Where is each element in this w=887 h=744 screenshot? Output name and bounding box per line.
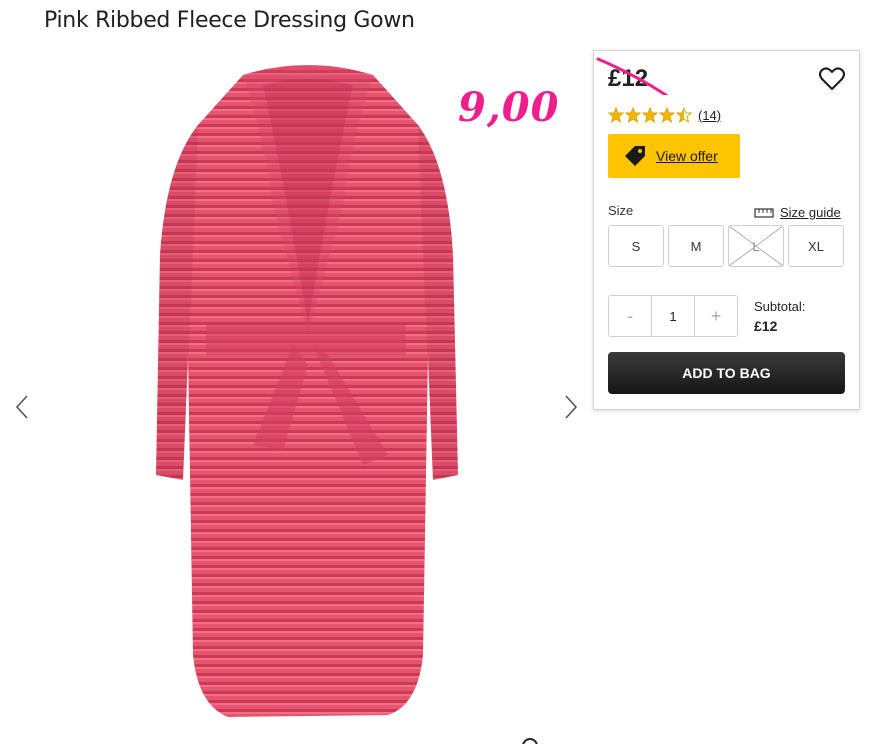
rating-stars xyxy=(608,107,692,123)
chevron-right-icon xyxy=(565,395,578,419)
size-option-xl[interactable]: XL xyxy=(788,225,844,267)
quantity-stepper: - 1 + xyxy=(608,295,738,337)
star-icon xyxy=(659,107,675,123)
gallery-prev-button[interactable] xyxy=(12,392,32,422)
product-rating: (14) xyxy=(608,107,721,123)
view-offer-button[interactable]: View offer xyxy=(608,134,740,178)
page-title: Pink Ribbed Fleece Dressing Gown xyxy=(44,8,415,33)
purchase-panel: £12 (14) View offer Size Size guide S M L X… xyxy=(593,50,860,410)
size-option-label: M xyxy=(690,238,702,254)
star-icon xyxy=(625,107,641,123)
size-option-l[interactable]: L xyxy=(728,225,784,267)
price-row: £12 xyxy=(608,65,648,93)
size-guide-link[interactable]: Size guide xyxy=(754,205,841,220)
subtotal-value: £12 xyxy=(754,318,778,334)
review-count-link[interactable]: (14) xyxy=(698,108,721,123)
unavailable-cross-mark xyxy=(729,226,783,266)
gallery-next-button[interactable] xyxy=(561,392,581,422)
add-to-bag-button[interactable]: ADD TO BAG xyxy=(608,352,845,394)
subtotal: Subtotal: £12 xyxy=(754,299,805,334)
ruler-icon xyxy=(754,207,774,218)
size-option-label: XL xyxy=(808,238,824,254)
quantity-decrease-button[interactable]: - xyxy=(609,296,651,336)
chevron-left-icon xyxy=(15,395,28,419)
size-option-m[interactable]: M xyxy=(668,225,724,267)
subtotal-label: Subtotal: xyxy=(754,299,806,314)
star-icon xyxy=(676,107,692,123)
annotated-new-price: 9,00 xyxy=(458,84,560,131)
size-label: Size xyxy=(608,203,634,218)
size-options: S M L XL xyxy=(608,225,844,267)
quantity-input[interactable]: 1 xyxy=(651,296,695,336)
product-image xyxy=(156,65,458,717)
star-icon xyxy=(608,107,624,123)
old-price: £12 xyxy=(608,65,649,92)
product-gallery xyxy=(0,40,592,744)
price-tag-icon xyxy=(625,146,645,166)
wishlist-heart-icon[interactable] xyxy=(818,65,846,93)
star-icon xyxy=(642,107,658,123)
size-option-label: S xyxy=(631,238,641,254)
quantity-increase-button[interactable]: + xyxy=(695,296,737,336)
view-offer-label: View offer xyxy=(656,148,718,164)
size-guide-label: Size guide xyxy=(780,205,841,220)
size-option-s[interactable]: S xyxy=(608,225,664,267)
